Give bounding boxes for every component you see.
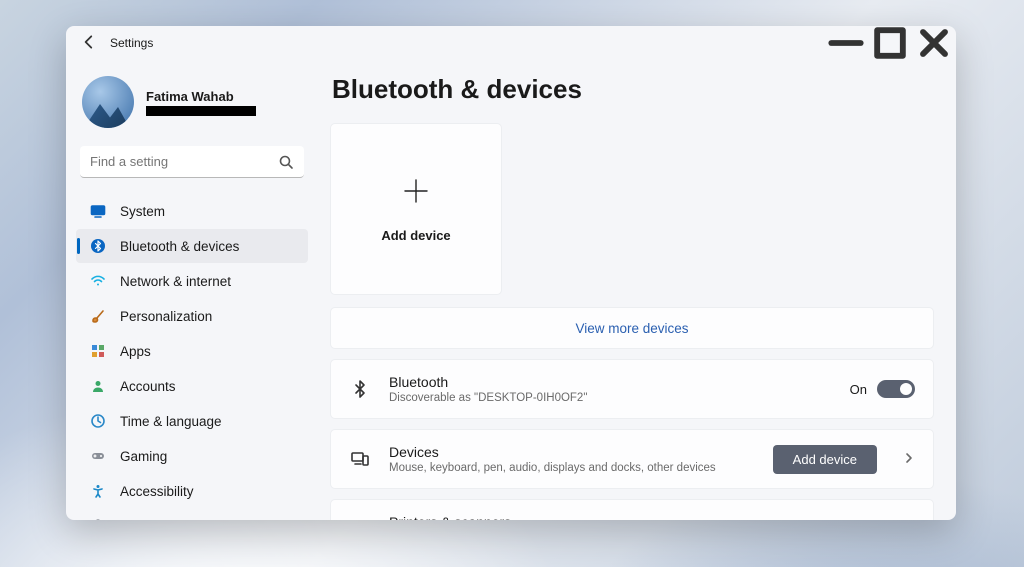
sidebar: Fatima Wahab System <box>66 60 316 520</box>
sidebar-item-label: Accounts <box>120 379 176 394</box>
avatar <box>82 76 134 128</box>
main-content[interactable]: Bluetooth & devices Add device View more… <box>316 60 956 520</box>
sidebar-item-accounts[interactable]: Accounts <box>76 369 308 403</box>
sidebar-item-label: Time & language <box>120 414 222 429</box>
devices-title: Devices <box>389 444 755 460</box>
sidebar-item-privacy[interactable]: Privacy & security <box>76 509 308 520</box>
bluetooth-subtitle: Discoverable as "DESKTOP-0IH0OF2" <box>389 392 832 404</box>
profile-block[interactable]: Fatima Wahab <box>76 68 308 142</box>
nav-list: System Bluetooth & devices Network & int… <box>76 194 308 520</box>
search-icon <box>278 154 294 170</box>
bluetooth-icon <box>349 378 371 400</box>
printers-card[interactable]: Printers & scanners Preferences, trouble… <box>330 499 934 520</box>
brush-icon <box>90 308 106 324</box>
maximize-button[interactable] <box>868 26 912 60</box>
apps-icon <box>90 343 106 359</box>
devices-icon <box>349 448 371 470</box>
sidebar-item-label: Gaming <box>120 449 167 464</box>
window-title: Settings <box>110 36 153 50</box>
plus-icon <box>401 176 431 214</box>
sidebar-item-label: Privacy & security <box>120 519 227 521</box>
wifi-icon <box>90 273 106 289</box>
sidebar-item-label: Apps <box>120 344 151 359</box>
profile-name: Fatima Wahab <box>146 89 256 104</box>
minimize-button[interactable] <box>824 26 868 60</box>
accessibility-icon <box>90 483 106 499</box>
sidebar-item-personalization[interactable]: Personalization <box>76 299 308 333</box>
back-button[interactable] <box>80 33 98 54</box>
view-more-label: View more devices <box>575 321 688 336</box>
add-device-button[interactable]: Add device <box>773 445 877 474</box>
sidebar-item-label: Network & internet <box>120 274 231 289</box>
bluetooth-toggle[interactable] <box>877 380 915 398</box>
close-button[interactable] <box>912 26 956 60</box>
sidebar-item-label: Accessibility <box>120 484 194 499</box>
printer-icon <box>349 518 371 520</box>
add-device-tile[interactable]: Add device <box>330 123 502 295</box>
search-box <box>80 146 304 178</box>
sidebar-item-label: System <box>120 204 165 219</box>
sidebar-item-apps[interactable]: Apps <box>76 334 308 368</box>
add-device-tile-label: Add device <box>381 228 450 243</box>
devices-card[interactable]: Devices Mouse, keyboard, pen, audio, dis… <box>330 429 934 489</box>
search-input[interactable] <box>80 146 304 178</box>
view-more-devices-link[interactable]: View more devices <box>330 307 934 349</box>
printers-title: Printers & scanners <box>389 514 877 520</box>
sidebar-item-network[interactable]: Network & internet <box>76 264 308 298</box>
bluetooth-card: Bluetooth Discoverable as "DESKTOP-0IH0O… <box>330 359 934 419</box>
bluetooth-title: Bluetooth <box>389 374 832 390</box>
page-title: Bluetooth & devices <box>332 74 934 105</box>
sidebar-item-system[interactable]: System <box>76 194 308 228</box>
devices-subtitle: Mouse, keyboard, pen, audio, displays an… <box>389 462 755 474</box>
titlebar: Settings <box>66 26 956 60</box>
chevron-right-icon <box>903 451 915 467</box>
profile-email-redacted <box>146 106 256 116</box>
sidebar-item-bluetooth-devices[interactable]: Bluetooth & devices <box>76 229 308 263</box>
sidebar-item-label: Bluetooth & devices <box>120 239 239 254</box>
shield-icon <box>90 518 106 520</box>
sidebar-item-label: Personalization <box>120 309 212 324</box>
settings-window: Settings Fatima Wahab <box>66 26 956 520</box>
sidebar-item-time-language[interactable]: Time & language <box>76 404 308 438</box>
sidebar-item-gaming[interactable]: Gaming <box>76 439 308 473</box>
gamepad-icon <box>90 448 106 464</box>
person-icon <box>90 378 106 394</box>
globe-clock-icon <box>90 413 106 429</box>
monitor-icon <box>90 203 106 219</box>
bluetooth-icon <box>90 238 106 254</box>
sidebar-item-accessibility[interactable]: Accessibility <box>76 474 308 508</box>
bluetooth-toggle-label: On <box>850 382 867 397</box>
